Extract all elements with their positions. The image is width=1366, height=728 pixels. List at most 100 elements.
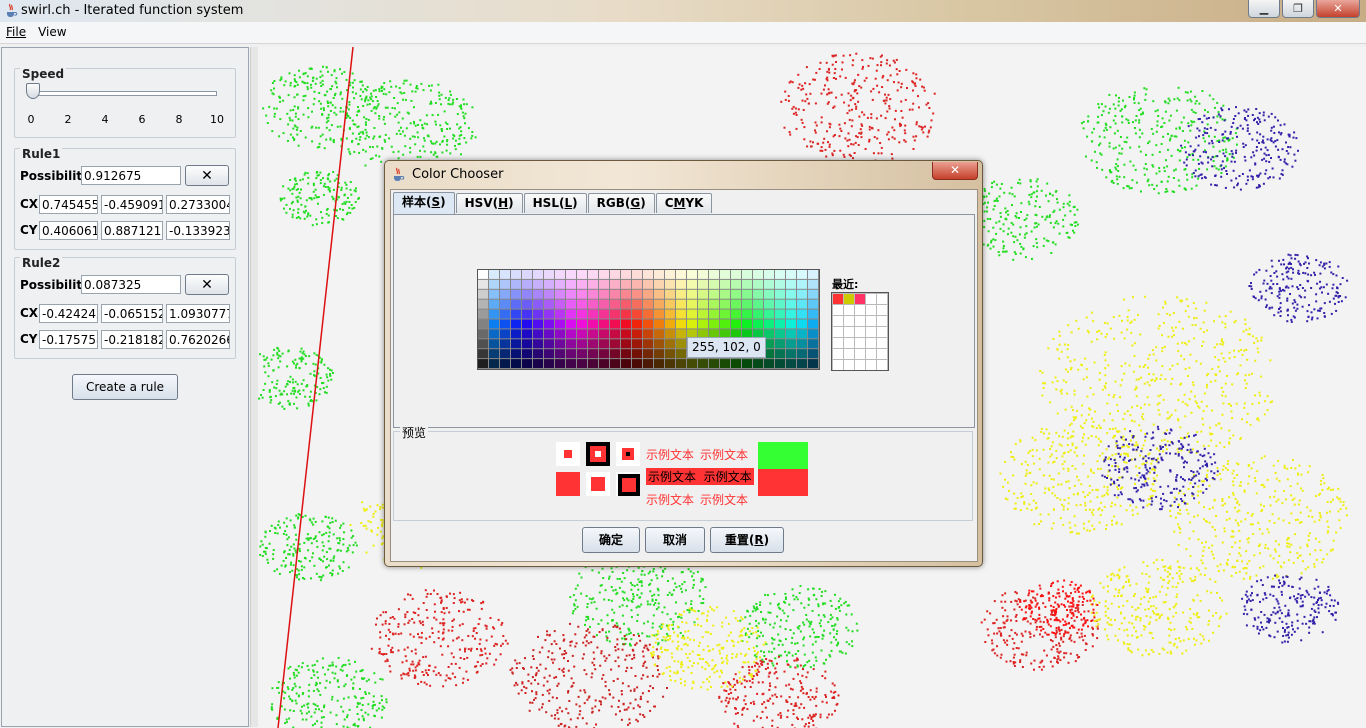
color-swatch[interactable]	[489, 339, 499, 349]
menu-file[interactable]: File	[0, 22, 32, 43]
color-swatch[interactable]	[786, 329, 796, 339]
color-swatch[interactable]	[775, 359, 785, 368]
color-swatch[interactable]	[478, 299, 488, 309]
color-swatch[interactable]	[742, 279, 752, 289]
recent-swatch[interactable]	[866, 294, 876, 304]
color-swatch[interactable]	[522, 319, 532, 329]
color-swatch[interactable]	[808, 349, 818, 359]
color-swatch[interactable]	[632, 349, 642, 359]
color-swatch[interactable]	[632, 339, 642, 349]
color-swatch[interactable]	[676, 299, 686, 309]
color-swatch[interactable]	[654, 339, 664, 349]
recent-swatches[interactable]	[831, 292, 889, 371]
color-swatch[interactable]	[478, 359, 488, 368]
rule1-cy-field-2[interactable]: 0.887121	[101, 221, 163, 240]
color-swatch[interactable]	[522, 359, 532, 368]
color-swatch[interactable]	[643, 279, 653, 289]
color-swatch[interactable]	[577, 289, 587, 299]
color-swatch[interactable]	[566, 309, 576, 319]
recent-swatch[interactable]	[844, 294, 854, 304]
color-swatch[interactable]	[621, 359, 631, 368]
color-swatch[interactable]	[687, 359, 697, 368]
color-swatch[interactable]	[764, 359, 774, 368]
color-swatch[interactable]	[544, 319, 554, 329]
color-swatch[interactable]	[588, 279, 598, 289]
color-swatch[interactable]	[665, 289, 675, 299]
color-swatch[interactable]	[808, 319, 818, 329]
color-swatch[interactable]	[676, 319, 686, 329]
color-swatch[interactable]	[489, 279, 499, 289]
color-swatch[interactable]	[676, 279, 686, 289]
recent-swatch[interactable]	[833, 305, 843, 315]
color-swatch[interactable]	[709, 359, 719, 368]
color-swatch[interactable]	[478, 289, 488, 299]
color-swatch[interactable]	[643, 359, 653, 368]
color-swatch[interactable]	[753, 289, 763, 299]
color-swatch[interactable]	[621, 270, 631, 279]
color-swatch[interactable]	[808, 309, 818, 319]
rule1-cy-field-3[interactable]: -0.1339233	[166, 221, 230, 240]
recent-swatch[interactable]	[844, 327, 854, 337]
color-swatch[interactable]	[775, 309, 785, 319]
color-swatch[interactable]	[555, 329, 565, 339]
color-swatch[interactable]	[676, 270, 686, 279]
color-swatch[interactable]	[643, 299, 653, 309]
color-swatch[interactable]	[775, 270, 785, 279]
color-swatch[interactable]	[533, 329, 543, 339]
color-swatch[interactable]	[489, 349, 499, 359]
minimize-button[interactable]: ▁	[1248, 0, 1280, 18]
color-swatch[interactable]	[544, 329, 554, 339]
recent-swatch[interactable]	[866, 360, 876, 370]
color-swatch[interactable]	[588, 329, 598, 339]
recent-swatch[interactable]	[844, 338, 854, 348]
color-swatch[interactable]	[775, 339, 785, 349]
color-swatch[interactable]	[555, 339, 565, 349]
rule1-cy-field-1[interactable]: 0.406061	[39, 221, 98, 240]
color-swatch[interactable]	[621, 289, 631, 299]
color-swatch[interactable]	[533, 349, 543, 359]
rule1-cx-field-2[interactable]: -0.459091	[101, 195, 163, 214]
reset-button[interactable]: 重置(R)	[710, 527, 784, 553]
recent-swatch[interactable]	[844, 305, 854, 315]
color-swatch[interactable]	[764, 319, 774, 329]
color-swatch[interactable]	[478, 279, 488, 289]
color-swatch[interactable]	[676, 289, 686, 299]
color-swatch[interactable]	[610, 349, 620, 359]
color-swatch[interactable]	[511, 279, 521, 289]
color-swatch[interactable]	[599, 329, 609, 339]
color-swatch[interactable]	[533, 319, 543, 329]
color-swatch[interactable]	[555, 359, 565, 368]
color-swatch[interactable]	[687, 279, 697, 289]
color-swatch[interactable]	[588, 319, 598, 329]
color-swatch[interactable]	[676, 329, 686, 339]
color-swatch[interactable]	[533, 279, 543, 289]
color-swatch[interactable]	[588, 270, 598, 279]
color-swatch[interactable]	[489, 289, 499, 299]
color-swatch[interactable]	[709, 289, 719, 299]
cancel-button[interactable]: 取消	[645, 527, 705, 553]
color-swatch[interactable]	[577, 329, 587, 339]
color-swatch[interactable]	[577, 349, 587, 359]
color-swatch[interactable]	[522, 339, 532, 349]
color-swatch[interactable]	[544, 270, 554, 279]
color-swatch[interactable]	[775, 299, 785, 309]
color-swatch[interactable]	[577, 359, 587, 368]
color-swatch[interactable]	[643, 319, 653, 329]
color-swatch[interactable]	[808, 339, 818, 349]
color-swatch[interactable]	[610, 299, 620, 309]
color-swatch[interactable]	[610, 359, 620, 368]
color-swatch[interactable]	[533, 299, 543, 309]
color-swatch[interactable]	[632, 309, 642, 319]
color-swatch[interactable]	[797, 359, 807, 368]
rule1-possibility-field[interactable]: 0.912675	[81, 166, 181, 185]
color-swatch[interactable]	[599, 349, 609, 359]
speed-slider-track[interactable]	[29, 91, 217, 96]
color-swatch[interactable]	[709, 270, 719, 279]
color-swatch[interactable]	[500, 329, 510, 339]
color-swatch[interactable]	[775, 279, 785, 289]
color-swatch[interactable]	[621, 329, 631, 339]
color-swatch[interactable]	[632, 270, 642, 279]
recent-swatch[interactable]	[833, 338, 843, 348]
rule2-cx-field-3[interactable]: 1.0930777	[166, 304, 230, 323]
color-swatch[interactable]	[797, 299, 807, 309]
